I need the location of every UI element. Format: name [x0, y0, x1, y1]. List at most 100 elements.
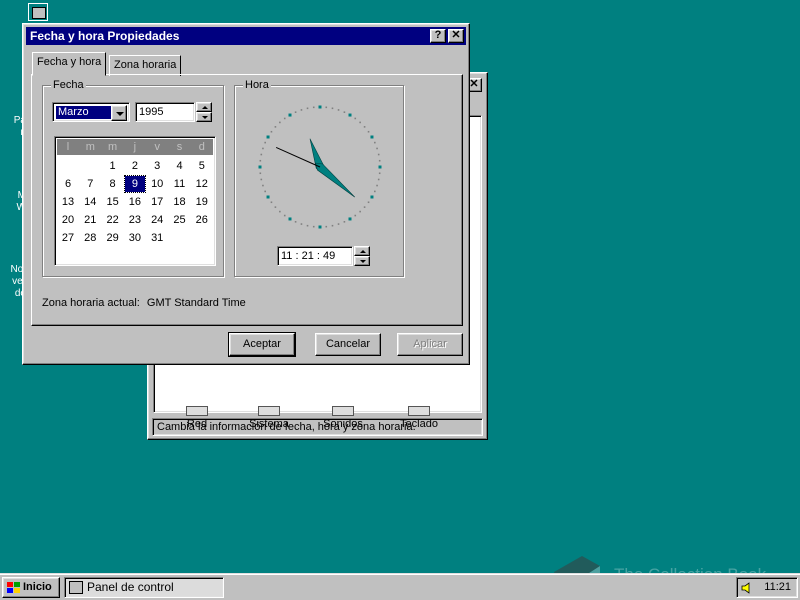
calendar-weekday: d [198, 141, 205, 153]
clock-minute-mark [331, 224, 334, 227]
desktop-icon[interactable] [28, 3, 48, 21]
clock-hour-mark [258, 165, 262, 169]
chevron-down-icon[interactable] [111, 105, 127, 121]
calendar-day[interactable]: 3 [147, 158, 167, 174]
time-spinner[interactable]: 11 : 21 : 49 [277, 246, 370, 266]
tab-fecha-y-hora[interactable]: Fecha y hora [32, 52, 107, 76]
clock-minute-mark [300, 109, 303, 111]
clock-minute-mark [279, 210, 281, 213]
calendar-day[interactable]: 15 [103, 194, 123, 210]
speaker-icon[interactable] [741, 582, 753, 594]
calendar-day[interactable]: 29 [103, 230, 123, 246]
calendar-day[interactable]: 25 [170, 212, 190, 228]
calendar-weekday: v [154, 141, 160, 153]
clock-hour-mark [370, 195, 374, 199]
calendar-day[interactable]: 26 [192, 212, 212, 228]
sound-icon [332, 406, 354, 416]
clock-minute-mark [312, 106, 315, 109]
time-value: 11 : 21 : 49 [281, 250, 336, 262]
clock-minute-mark [306, 224, 309, 227]
calendar-day[interactable]: 1 [103, 158, 123, 174]
clock-minute-mark [262, 184, 264, 187]
taskbar-item-control-panel[interactable]: Panel de control [64, 577, 224, 598]
clock-minute-mark [264, 141, 266, 144]
clock-hour-mark [288, 217, 292, 221]
calendar-day[interactable]: 19 [192, 194, 212, 210]
spin-down-icon[interactable] [196, 112, 212, 122]
ok-button[interactable]: Aceptar [228, 332, 296, 357]
apply-button[interactable]: Aplicar [397, 333, 463, 356]
calendar-day[interactable]: 20 [58, 212, 78, 228]
timezone-value: GMT Standard Time [146, 297, 246, 309]
clock-hour-mark [266, 195, 270, 199]
clock-minute-mark [343, 111, 346, 113]
clock-minute-mark [270, 201, 273, 204]
calendar-day[interactable]: 28 [80, 230, 100, 246]
calendar-day[interactable]: 18 [170, 194, 190, 210]
calendar-weekday: m [108, 141, 118, 153]
calendar-day[interactable]: 5 [192, 158, 212, 174]
close-button[interactable]: ✕ [448, 29, 464, 43]
clock-minute-mark [374, 141, 376, 144]
calendar-day[interactable]: 13 [58, 194, 78, 210]
calendar-day[interactable]: 27 [58, 230, 78, 246]
cancel-button[interactable]: Cancelar [315, 333, 381, 356]
calendar-day[interactable]: 10 [147, 176, 167, 192]
clock-minute-mark [354, 117, 357, 120]
year-spinner[interactable]: 1995 [135, 102, 212, 122]
current-timezone: Zona horaria actual: GMT Standard Time [42, 297, 246, 309]
calendar-day[interactable]: 16 [125, 194, 145, 210]
calendar-day[interactable]: 22 [103, 212, 123, 228]
start-button[interactable]: Inicio [2, 577, 60, 598]
calendar-day[interactable]: 7 [80, 176, 100, 192]
calendar-grid[interactable]: lmmjvsd 1 2 3 4 5 6 7 8 9 10 11 12 13 14 15 16 17 18 19 20 2… [54, 136, 216, 266]
tray-clock[interactable]: 11:21 [764, 581, 791, 593]
clock-minute-mark [337, 109, 340, 111]
dialog-title-bar[interactable]: Fecha y hora Propiedades ? ✕ [26, 27, 466, 45]
start-label: Inicio [23, 581, 52, 593]
clock-minute-mark [262, 147, 264, 150]
clock-minute-mark [279, 121, 281, 124]
calendar-weekday-header: lmmjvsd [57, 139, 213, 155]
clock-hour-mark [370, 135, 374, 139]
keyboard-icon [408, 406, 430, 416]
calendar-day[interactable]: 23 [125, 212, 145, 228]
clock-minute-mark [343, 221, 346, 223]
clock-hour-mark [266, 135, 270, 139]
calendar-weekday: s [176, 141, 183, 153]
calendar-day[interactable]: 11 [170, 176, 190, 192]
network-icon [186, 406, 208, 416]
help-button[interactable]: ? [430, 29, 446, 43]
calendar-day[interactable]: 14 [80, 194, 100, 210]
clock-minute-mark [325, 225, 328, 228]
calendar-day[interactable]: 31 [147, 230, 167, 246]
calendar-day[interactable]: 4 [170, 158, 190, 174]
clock-minute-mark [367, 201, 370, 204]
spin-up-icon[interactable] [354, 246, 370, 256]
time-group: Hora 11 : 21 : 49 [234, 79, 404, 277]
calendar-day[interactable]: 30 [125, 230, 145, 246]
calendar-day[interactable]: 8 [103, 176, 123, 192]
calendar-weekday: m [85, 141, 95, 153]
clock-minute-mark [378, 172, 381, 175]
tab-zona-horaria[interactable]: Zona horaria [109, 55, 182, 76]
calendar-day[interactable]: 12 [192, 176, 212, 192]
clock-minute-mark [359, 121, 361, 124]
calendar-day[interactable]: 2 [125, 158, 145, 174]
clock-minute-hand [315, 162, 355, 198]
clock-minute-mark [294, 111, 297, 113]
calendar-day[interactable]: 6 [58, 176, 78, 192]
calendar-day[interactable]: 9 [123, 175, 146, 193]
month-select-value: Marzo [56, 106, 112, 119]
month-select[interactable]: Marzo [52, 102, 130, 122]
spin-up-icon[interactable] [196, 102, 212, 112]
clock-hour-mark [348, 217, 352, 221]
calendar-day[interactable]: 24 [147, 212, 167, 228]
clock-minute-mark [306, 107, 309, 110]
clock-minute-mark [367, 130, 370, 133]
clock-minute-mark [376, 147, 378, 150]
calendar-day[interactable]: 21 [80, 212, 100, 228]
calendar-day[interactable]: 17 [147, 194, 167, 210]
clock-minute-mark [264, 190, 266, 193]
spin-down-icon[interactable] [354, 256, 370, 266]
